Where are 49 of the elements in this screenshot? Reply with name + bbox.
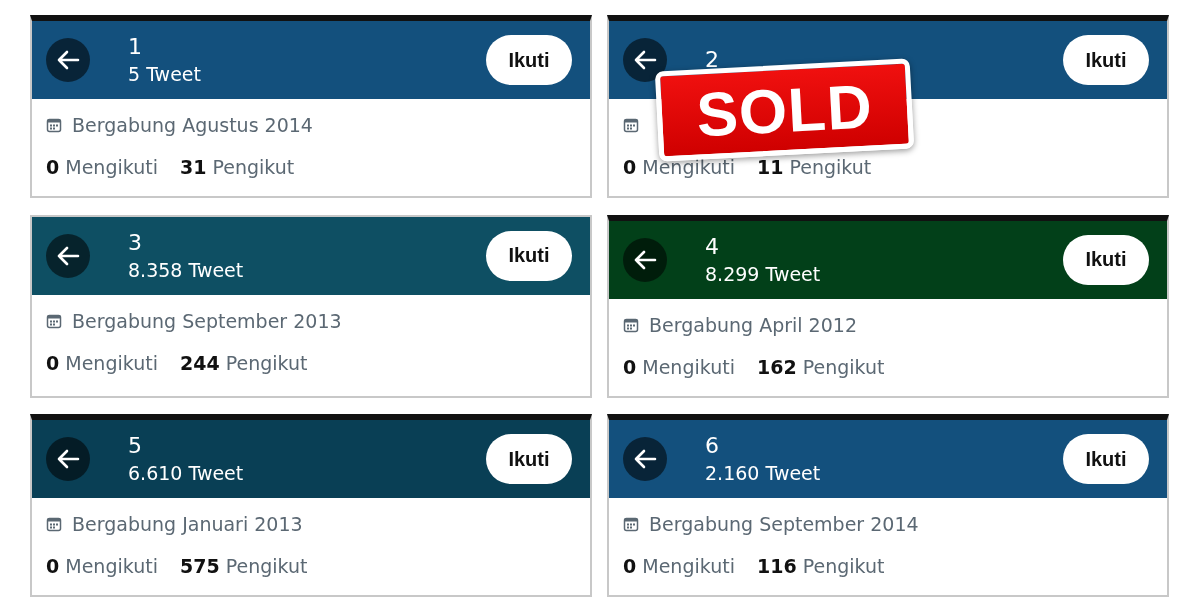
profile-name: 6 — [705, 433, 720, 460]
back-button[interactable] — [623, 237, 667, 282]
join-date: Bergabung Agustus 2014 — [72, 114, 313, 136]
tweet-count: 8.299 Tweet — [705, 261, 822, 286]
following-stat[interactable]: 0 Mengikuti — [46, 555, 158, 578]
tweet-count: 6.610 Tweet — [128, 461, 245, 486]
join-date: Bergabung April 2012 — [649, 313, 857, 336]
calendar-icon — [46, 516, 62, 533]
back-arrow-icon — [633, 448, 657, 471]
tweet-count: 5 Tweet — [128, 62, 202, 86]
calendar-icon — [46, 312, 62, 329]
profile-name: 4 — [705, 233, 720, 260]
back-arrow-icon — [56, 49, 80, 71]
calendar-icon — [623, 316, 639, 333]
following-stat[interactable]: 0 Mengikuti — [46, 351, 158, 374]
calendar-icon — [623, 117, 639, 133]
join-date: Bergabung September 2014 — [649, 513, 919, 536]
follow-button[interactable]: Ikuti — [1063, 434, 1149, 485]
back-button[interactable] — [46, 38, 90, 82]
follow-button[interactable]: Ikuti — [486, 230, 572, 281]
follow-button[interactable]: Ikuti — [486, 434, 572, 485]
calendar-icon — [46, 117, 62, 133]
back-arrow-icon — [56, 244, 80, 267]
followers-stat[interactable]: 116 Pengikut — [756, 555, 885, 578]
back-arrow-icon — [633, 49, 657, 71]
profile-name: 5 — [128, 433, 143, 460]
following-stat[interactable]: 0 Mengikuti — [46, 156, 158, 178]
join-date: Bergabung September 2013 — [72, 309, 342, 332]
followers-stat[interactable]: 162 Pengikut — [756, 355, 885, 378]
followers-stat[interactable]: 244 Pengikut — [179, 351, 308, 374]
back-arrow-icon — [633, 248, 657, 271]
back-arrow-icon — [56, 448, 80, 471]
following-stat[interactable]: 0 Mengikuti — [623, 555, 735, 578]
join-date: Bergabung Januari 2013 — [72, 513, 303, 536]
back-button[interactable] — [46, 233, 90, 278]
back-button[interactable] — [623, 437, 667, 482]
tweet-count: 8.358 Tweet — [128, 257, 245, 282]
followers-stat[interactable]: 575 Pengikut — [179, 555, 308, 578]
following-stat[interactable]: 0 Mengikuti — [623, 355, 735, 378]
followers-stat[interactable]: 31 Pengikut — [179, 156, 295, 178]
follow-button[interactable]: Ikuti — [1063, 234, 1149, 285]
back-button[interactable] — [623, 38, 667, 82]
tweet-count: 2.160 Tweet — [705, 461, 822, 486]
calendar-icon — [623, 516, 639, 533]
follow-button[interactable]: Ikuti — [486, 35, 572, 85]
back-button[interactable] — [46, 437, 90, 482]
profile-name: 1 — [128, 34, 143, 60]
follow-button[interactable]: Ikuti — [1063, 35, 1149, 85]
profile-name: 3 — [128, 229, 143, 256]
